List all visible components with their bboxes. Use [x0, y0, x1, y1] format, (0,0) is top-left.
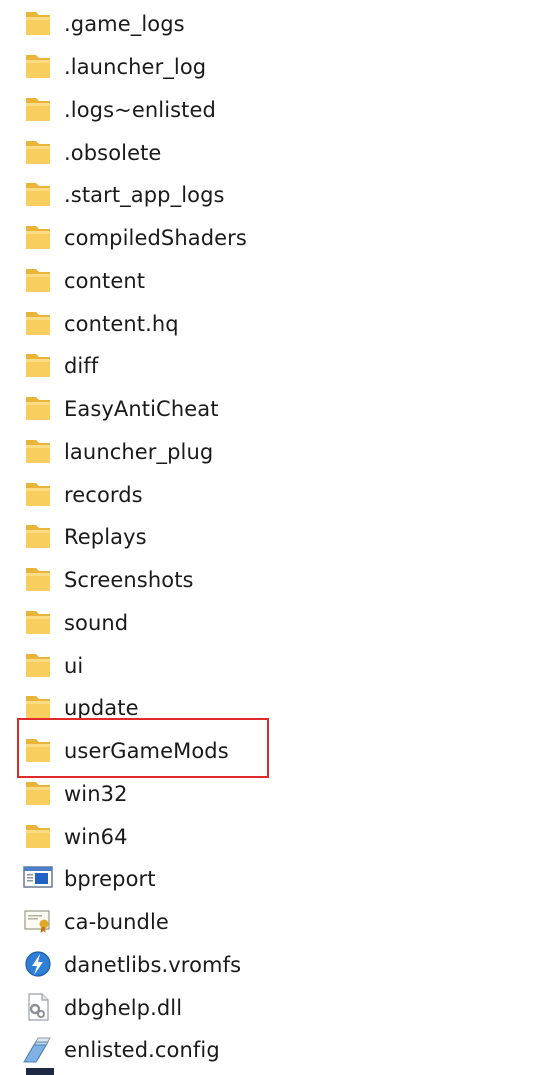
- file-item[interactable]: bpreport: [0, 858, 536, 901]
- dll-file-icon: [22, 993, 54, 1021]
- folder-icon: [22, 437, 54, 465]
- item-label: bpreport: [64, 867, 156, 892]
- folder-item[interactable]: win64: [0, 815, 536, 858]
- item-label: records: [64, 482, 143, 507]
- folder-item[interactable]: content: [0, 260, 536, 303]
- folder-icon: [22, 608, 54, 636]
- folder-icon: [22, 9, 54, 37]
- folder-icon: [22, 138, 54, 166]
- item-label: win32: [64, 781, 128, 806]
- file-item[interactable]: dbghelp.dll: [0, 986, 536, 1029]
- item-label: .launcher_log: [64, 55, 207, 80]
- file-item[interactable]: enlisted.config: [0, 1029, 536, 1072]
- folder-icon: [22, 351, 54, 379]
- folder-icon: [22, 565, 54, 593]
- folder-item[interactable]: .obsolete: [0, 131, 536, 174]
- item-label: ui: [64, 653, 84, 678]
- folder-item[interactable]: sound: [0, 602, 536, 645]
- report-app-icon: [22, 864, 54, 892]
- item-label: compiledShaders: [64, 226, 247, 251]
- certificate-icon: [22, 907, 54, 935]
- folder-icon: [22, 522, 54, 550]
- file-item[interactable]: ca-bundle: [0, 901, 536, 944]
- folder-icon: [22, 394, 54, 422]
- folder-item[interactable]: .logs~enlisted: [0, 89, 536, 132]
- folder-icon: [22, 779, 54, 807]
- folder-icon: [22, 309, 54, 337]
- item-label: sound: [64, 610, 129, 635]
- folder-item[interactable]: EasyAntiCheat: [0, 388, 536, 431]
- item-label: Replays: [64, 525, 147, 550]
- item-label: dbghelp.dll: [64, 995, 183, 1020]
- folder-icon: [22, 266, 54, 294]
- vromfs-file-icon: [22, 950, 54, 978]
- folder-icon: [22, 223, 54, 251]
- item-label: diff: [64, 354, 99, 379]
- folder-icon: [22, 651, 54, 679]
- folder-icon: [22, 180, 54, 208]
- item-label: userGameMods: [64, 739, 229, 764]
- folder-item[interactable]: userGameMods: [0, 730, 536, 773]
- item-label: enlisted.config: [64, 1038, 220, 1063]
- item-label: launcher_plug: [64, 439, 214, 464]
- folder-item[interactable]: Screenshots: [0, 559, 536, 602]
- folder-item[interactable]: compiledShaders: [0, 217, 536, 260]
- item-label: .start_app_logs: [64, 183, 225, 208]
- item-label: .logs~enlisted: [64, 97, 216, 122]
- folder-icon: [22, 480, 54, 508]
- item-label: danetlibs.vromfs: [64, 952, 242, 977]
- folder-item[interactable]: .launcher_log: [0, 46, 536, 89]
- folder-item[interactable]: win32: [0, 773, 536, 816]
- folder-item[interactable]: .game_logs: [0, 3, 536, 46]
- folder-item[interactable]: diff: [0, 345, 536, 388]
- folder-item[interactable]: records: [0, 473, 536, 516]
- item-label: content.hq: [64, 311, 179, 336]
- folder-icon: [22, 52, 54, 80]
- folder-item[interactable]: launcher_plug: [0, 431, 536, 474]
- folder-item[interactable]: Replays: [0, 516, 536, 559]
- config-file-icon: [22, 1035, 54, 1063]
- folder-icon: [22, 822, 54, 850]
- item-label: .obsolete: [64, 140, 162, 165]
- folder-item[interactable]: ui: [0, 644, 536, 687]
- folder-item[interactable]: .start_app_logs: [0, 174, 536, 217]
- item-label: win64: [64, 824, 128, 849]
- folder-item[interactable]: content.hq: [0, 302, 536, 345]
- file-list: .game_logs .launcher_log .logs~enlisted .ob…: [0, 3, 536, 1072]
- file-item[interactable]: danetlibs.vromfs: [0, 944, 536, 987]
- item-label: .game_logs: [64, 12, 185, 37]
- folder-icon: [22, 693, 54, 721]
- item-label: EasyAntiCheat: [64, 397, 219, 422]
- partial-file-icon: [26, 1068, 54, 1075]
- item-label: update: [64, 696, 139, 721]
- folder-icon: [22, 736, 54, 764]
- folder-icon: [22, 95, 54, 123]
- item-label: ca-bundle: [64, 910, 169, 935]
- item-label: Screenshots: [64, 568, 194, 593]
- item-label: content: [64, 268, 146, 293]
- folder-item[interactable]: update: [0, 687, 536, 730]
